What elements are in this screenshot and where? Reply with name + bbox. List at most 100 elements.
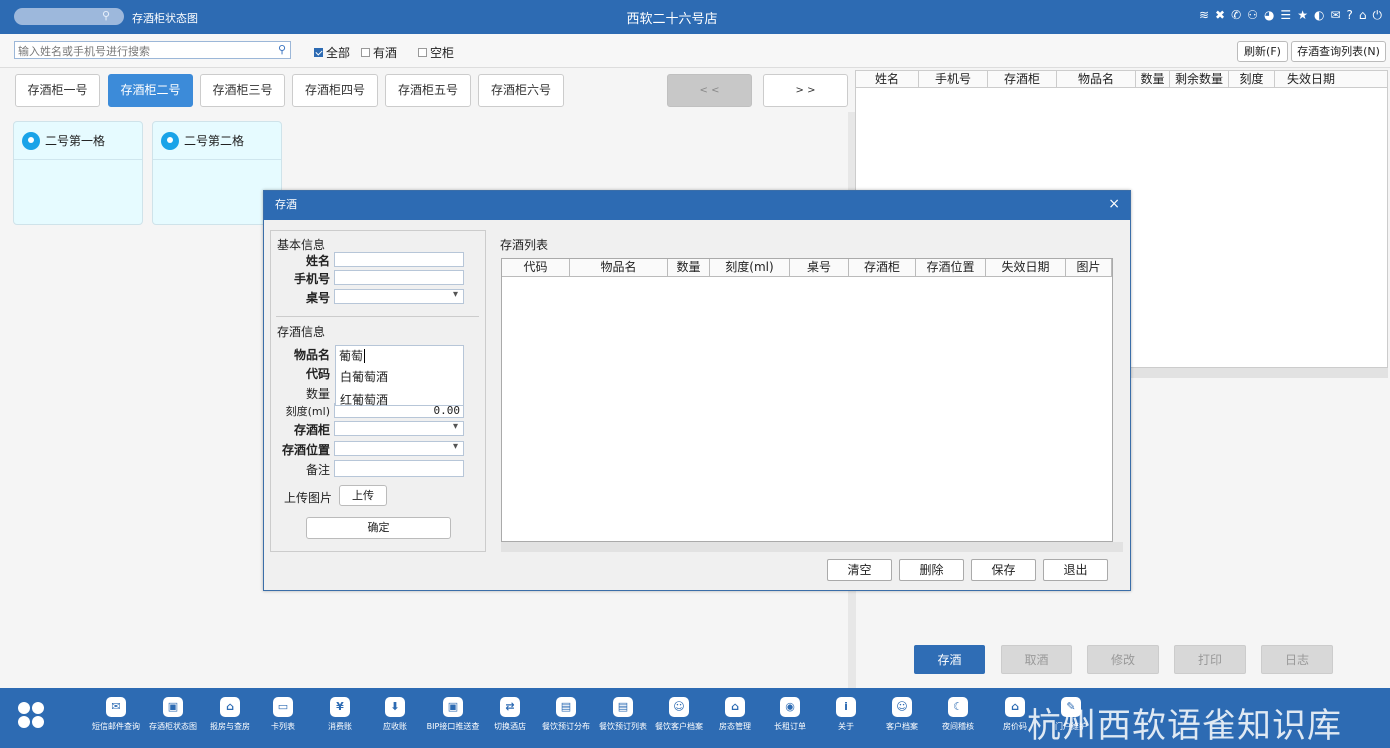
store-wine-button[interactable]: 存酒 [914,645,985,674]
filter-all[interactable]: 全部 [314,44,350,61]
item-name-value: 葡萄 [339,349,364,363]
column-header[interactable]: 数量 [1136,71,1170,87]
column-header[interactable]: 存酒柜 [849,259,916,276]
search-input[interactable]: 输入姓名或手机号进行搜索 ⚲ [14,41,291,59]
nav-label: 房态管理 [719,722,751,731]
column-header[interactable]: 存酒位置 [916,259,986,276]
tab-cabinet-6[interactable]: 存酒柜六号 [478,74,564,107]
take-wine-button[interactable]: 取酒 [1001,645,1072,674]
prev-page-button[interactable]: < < [667,74,752,107]
cell-card[interactable]: 二号第一格 [13,121,143,225]
palette-icon[interactable]: ◕ [1264,8,1274,23]
nav-icon: ◉ [780,697,800,717]
nav-label: 短信邮件查询 [92,722,140,731]
modify-button[interactable]: 修改 [1087,645,1159,674]
column-header[interactable]: 失效日期 [1275,71,1347,87]
phone-field[interactable] [334,270,464,285]
close-icon[interactable]: × [1108,191,1120,218]
dialog-title-bar: 存酒 × [264,191,1130,220]
phone-icon[interactable]: ✆ [1231,8,1241,23]
log-button[interactable]: 日志 [1261,645,1333,674]
clear-button[interactable]: 清空 [827,559,892,581]
column-header[interactable]: 数量 [668,259,710,276]
tab-cabinet-5[interactable]: 存酒柜五号 [385,74,471,107]
column-header[interactable]: 图片 [1066,259,1112,276]
bottom-nav-item[interactable]: ☺ 餐饮客户档案 [650,694,708,744]
help-icon[interactable]: ? [1347,8,1353,23]
bottom-nav-item[interactable]: ⌂ 报房与查房 [201,694,259,744]
query-list-button[interactable]: 存酒查询列表(N) [1291,41,1386,62]
delete-button[interactable]: 删除 [899,559,964,581]
remark-field[interactable] [334,460,464,477]
bottom-nav-item[interactable]: ▭ 卡列表 [254,694,312,744]
checkbox-icon[interactable] [418,48,427,57]
cabinet-select[interactable] [334,421,464,436]
nav-label: 餐饮预订列表 [599,722,647,731]
tab-cabinet-2[interactable]: 存酒柜二号 [108,74,193,107]
mail-icon[interactable]: ✉ [1330,8,1340,23]
save-button[interactable]: 保存 [971,559,1036,581]
suggestion-item[interactable]: 白葡萄酒 [336,365,463,388]
filter-empty[interactable]: 空柜 [418,44,454,61]
position-select[interactable] [334,441,464,456]
name-field[interactable] [334,252,464,267]
phone-label: 手机号 [293,272,330,286]
contrast-icon[interactable]: ◐ [1314,8,1324,23]
column-header[interactable]: 手机号 [919,71,988,87]
column-header[interactable]: 刻度 [1229,71,1275,87]
column-header[interactable]: 物品名 [570,259,668,276]
bottom-nav-item[interactable]: ⇄ 切换酒店 [481,694,539,744]
exit-button[interactable]: 退出 [1043,559,1108,581]
horizontal-scrollbar[interactable] [501,542,1123,552]
table-no-select[interactable] [334,289,464,304]
bottom-nav-item[interactable]: ▣ 存酒柜状态图 [144,694,202,744]
wifi-icon[interactable]: ≋ [1199,8,1209,23]
confirm-button[interactable]: 确定 [306,517,451,539]
tab-cabinet-1[interactable]: 存酒柜一号 [15,74,100,107]
column-header[interactable]: 刻度(ml) [710,259,790,276]
nav-icon: ⌂ [725,697,745,717]
column-header[interactable]: 存酒柜 [988,71,1057,87]
upload-button[interactable]: 上传 [339,485,387,506]
bottom-nav-item[interactable]: ✉ 短信邮件查询 [87,694,145,744]
checkbox-checked-icon[interactable] [314,48,323,57]
tools-icon[interactable]: ✖ [1215,8,1225,23]
tab-cabinet-3[interactable]: 存酒柜三号 [200,74,285,107]
filter-has-wine[interactable]: 有酒 [361,44,397,61]
watermark: 杭州西软语雀知识库 [1027,706,1342,746]
search-icon[interactable]: ⚲ [278,43,286,56]
column-header[interactable]: 代码 [502,259,570,276]
suggestion-item[interactable]: 红葡萄酒 [336,388,463,411]
bottom-nav-item[interactable]: ▤ 餐饮预订分布 [537,694,595,744]
item-autocomplete[interactable]: 葡萄 白葡萄酒 红葡萄酒 [335,345,464,407]
column-header[interactable]: 姓名 [856,71,919,87]
bottom-nav-item[interactable]: ¥ 消费账 [311,694,369,744]
user-icon[interactable]: ⚇ [1247,8,1258,23]
app-logo-icon[interactable] [16,700,46,730]
column-header[interactable]: 剩余数量 [1170,71,1229,87]
power-icon[interactable]: ⏻ [1373,8,1383,23]
column-header[interactable]: 失效日期 [986,259,1066,276]
next-page-button[interactable]: > > [763,74,848,107]
column-header[interactable]: 桌号 [790,259,849,276]
column-header[interactable]: 物品名 [1057,71,1136,87]
item-name-field[interactable]: 葡萄 [336,346,463,365]
bottom-nav-item[interactable]: ⬇ 应收账 [366,694,424,744]
bottom-nav-item[interactable]: ▣ BIP接口推送查 [424,694,482,744]
bottom-nav-item[interactable]: ⌂ 房态管理 [706,694,764,744]
star-icon[interactable]: ★ [1297,8,1308,23]
bottom-nav-item[interactable]: ☺ 客户档案 [873,694,931,744]
nav-label: 应收账 [383,722,407,731]
bottom-nav-item[interactable]: ◉ 长租订单 [761,694,819,744]
bottom-nav-item[interactable]: i 关于 [817,694,875,744]
bottom-nav-item[interactable]: ▤ 餐饮预订列表 [594,694,652,744]
tab-cabinet-4[interactable]: 存酒柜四号 [292,74,378,107]
refresh-button[interactable]: 刷新(F) [1237,41,1288,62]
qty-label: 数量 [305,387,330,401]
bottom-nav-item[interactable]: ☾ 夜间稽核 [929,694,987,744]
print-button[interactable]: 打印 [1174,645,1246,674]
home-icon[interactable]: ⌂ [1359,8,1367,23]
menu-icon[interactable]: ☰ [1280,8,1291,23]
checkbox-icon[interactable] [361,48,370,57]
filter-has-wine-label: 有酒 [373,46,398,60]
